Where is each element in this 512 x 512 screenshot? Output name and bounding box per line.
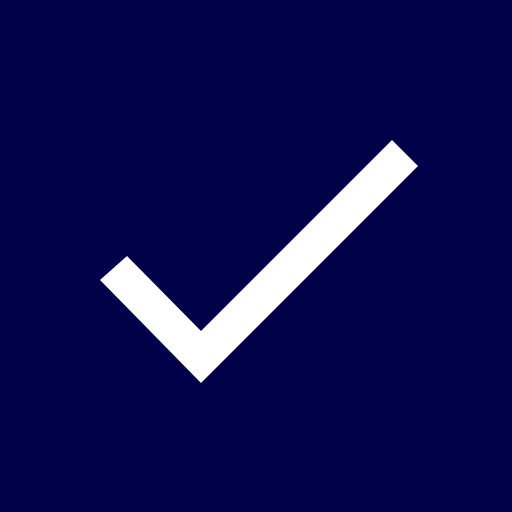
checkmark-icon — [100, 140, 418, 383]
checkmark-tile — [0, 0, 512, 512]
checkmark-shape — [100, 140, 418, 383]
